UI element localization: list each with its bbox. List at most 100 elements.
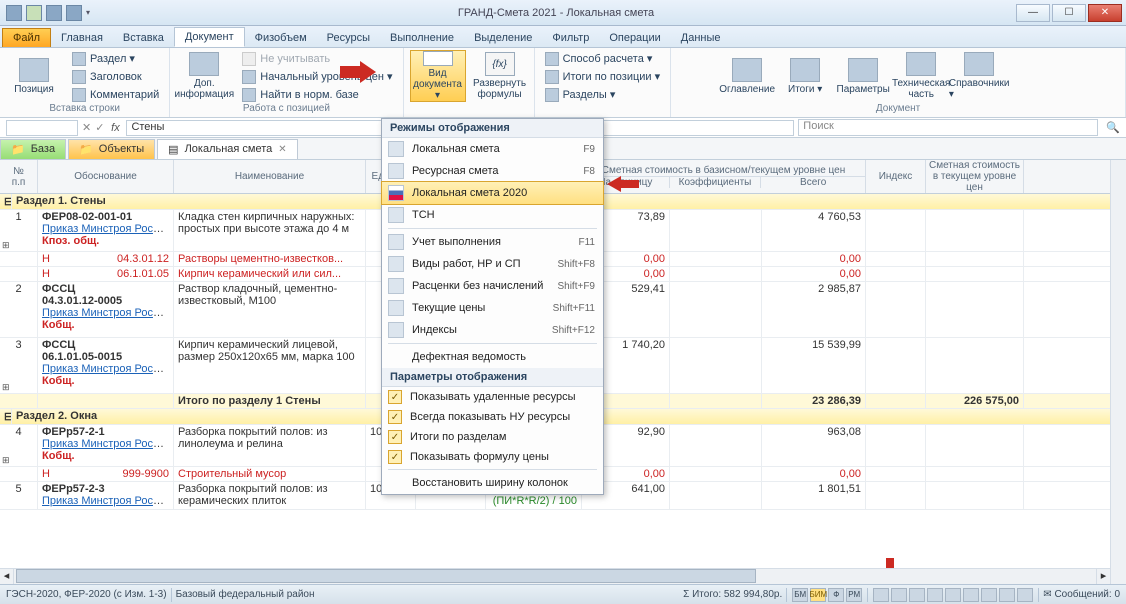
col-idx[interactable]: Индекс <box>866 160 926 193</box>
doctab-objects[interactable]: 📁Объекты <box>68 139 155 159</box>
menu-resource[interactable]: Ресурсная сметаF8 <box>382 160 603 182</box>
qat-dropdown-icon[interactable]: ▾ <box>86 8 90 17</box>
scroll-right-icon[interactable]: ▸ <box>1096 569 1110 584</box>
status-view-icon[interactable] <box>891 588 907 602</box>
vertical-scrollbar[interactable] <box>1110 160 1126 584</box>
menu-tsn[interactable]: ТСН <box>382 204 603 226</box>
section-icon <box>72 52 86 66</box>
menu-exec[interactable]: Учет выполненияF11 <box>382 231 603 253</box>
comment-button[interactable]: Комментарий <box>68 86 163 103</box>
menu-restore-width[interactable]: Восстановить ширину колонок <box>382 472 603 494</box>
tab-resources[interactable]: Ресурсы <box>317 29 380 47</box>
tab-filter[interactable]: Фильтр <box>542 29 599 47</box>
order-link[interactable]: Приказ Минстроя России <box>42 495 171 507</box>
heading-button[interactable]: Заголовок <box>68 68 163 85</box>
tab-data[interactable]: Данные <box>671 29 731 47</box>
order-link[interactable]: Приказ Минстроя России от 26.12.2019 №87… <box>42 307 174 319</box>
search-input[interactable]: Поиск <box>798 119 1098 136</box>
horizontal-scrollbar[interactable]: ◂ ▸ <box>0 568 1110 584</box>
col-nm[interactable]: Наименование <box>174 160 366 193</box>
menu-section-totals[interactable]: ✓Итоги по разделам <box>382 427 603 447</box>
status-bim-icon[interactable]: БИМ <box>810 588 826 602</box>
tab-document[interactable]: Документ <box>174 27 245 47</box>
section-button[interactable]: Раздел ▾ <box>68 50 163 67</box>
menu-show-nu[interactable]: ✓Всегда показывать НУ ресурсы <box>382 407 603 427</box>
techpart-button[interactable]: Техническая часть <box>893 50 949 102</box>
expand-icon[interactable]: ⊟ <box>0 409 12 424</box>
minimize-button[interactable]: — <box>1016 4 1050 22</box>
tab-exec[interactable]: Выполнение <box>380 29 464 47</box>
doc-view-button[interactable]: Вид документа ▾ <box>410 50 466 102</box>
addinfo-button[interactable]: Доп. информация <box>176 50 232 102</box>
menu-works[interactable]: Виды работ, НР и СПShift+F8 <box>382 253 603 275</box>
msg-icon[interactable]: ✉ <box>1043 589 1051 600</box>
tab-select[interactable]: Выделение <box>464 29 542 47</box>
menu-rates[interactable]: Расценки без начисленийShift+F9 <box>382 275 603 297</box>
check-icon: ✓ <box>388 430 402 444</box>
maximize-button[interactable]: ☐ <box>1052 4 1086 22</box>
expand-icon[interactable]: ⊞ <box>2 382 10 393</box>
tab-file[interactable]: Файл <box>2 28 51 47</box>
status-view-icon[interactable] <box>873 588 889 602</box>
formula-accept-icon[interactable]: ✓ <box>95 121 104 134</box>
refs-button[interactable]: Справочники ▾ <box>951 50 1007 102</box>
fx-label[interactable]: fx <box>108 122 122 134</box>
doctab-local[interactable]: ▤Локальная смета✕ <box>157 139 298 159</box>
expand-formulas-button[interactable]: {fx}Развернуть формулы <box>472 50 528 102</box>
toc-button[interactable]: Оглавление <box>719 50 775 102</box>
menu-show-deleted[interactable]: ✓Показывать удаленные ресурсы <box>382 387 603 407</box>
status-view-icon[interactable] <box>945 588 961 602</box>
status-mode-icon[interactable]: БМ <box>792 588 808 602</box>
sections-icon <box>545 88 559 102</box>
menu-prices[interactable]: Текущие ценыShift+F11 <box>382 297 603 319</box>
menu-local[interactable]: Локальная сметаF9 <box>382 138 603 160</box>
expand-icon[interactable]: ⊞ <box>2 240 10 251</box>
width-icon <box>388 475 404 491</box>
menu-local-2020[interactable]: Локальная смета 2020 <box>381 181 604 205</box>
doctab-baza[interactable]: 📁База <box>0 139 66 159</box>
col-st[interactable]: Сметная стоимость в текущем уровне цен <box>926 160 1024 193</box>
menu-defect[interactable]: Дефектная ведомость <box>382 346 603 368</box>
app-icon[interactable] <box>6 5 22 21</box>
sheet-icon <box>388 207 404 223</box>
menu-indexes[interactable]: ИндексыShift+F12 <box>382 319 603 341</box>
formula-cancel-icon[interactable]: ✕ <box>82 121 91 134</box>
status-view-icon[interactable] <box>927 588 943 602</box>
qat-save-icon[interactable] <box>26 5 42 21</box>
order-link[interactable]: Приказ Минстроя России от 26.12.2019 №87… <box>42 363 174 375</box>
menu-show-formula[interactable]: ✓Показывать формулу цены <box>382 447 603 467</box>
status-view-icon[interactable] <box>1017 588 1033 602</box>
totals-button[interactable]: Итоги ▾ <box>777 50 833 102</box>
tab-operations[interactable]: Операции <box>599 29 670 47</box>
calc-method-button[interactable]: Способ расчета ▾ <box>541 50 665 67</box>
status-icon[interactable]: Ф <box>828 588 844 602</box>
close-tab-icon[interactable]: ✕ <box>278 144 286 155</box>
folder-icon: 📁 <box>79 143 93 156</box>
scroll-left-icon[interactable]: ◂ <box>0 569 14 584</box>
params-button[interactable]: Параметры <box>835 50 891 102</box>
expand-icon[interactable]: ⊞ <box>2 455 10 466</box>
status-icon[interactable]: РМ <box>846 588 862 602</box>
qat-redo-icon[interactable] <box>66 5 82 21</box>
order-link[interactable]: Приказ Минстроя России от 26.12.2019 №87… <box>42 223 174 235</box>
tab-insert[interactable]: Вставка <box>113 29 174 47</box>
tab-fizobem[interactable]: Физобъем <box>245 29 317 47</box>
order-link[interactable]: Приказ Минстроя России от 26.12.2019 №87… <box>42 438 174 450</box>
status-view-icon[interactable] <box>963 588 979 602</box>
cell-address-input[interactable] <box>6 120 78 136</box>
status-view-icon[interactable] <box>981 588 997 602</box>
qat-undo-icon[interactable] <box>46 5 62 21</box>
expand-icon[interactable]: ⊟ <box>0 194 12 209</box>
search-go-icon[interactable]: 🔍 <box>1106 121 1120 134</box>
status-view-icon[interactable] <box>999 588 1015 602</box>
close-button[interactable]: ✕ <box>1088 4 1122 22</box>
status-view-icon[interactable] <box>909 588 925 602</box>
find-in-db-button[interactable]: Найти в норм. базе <box>238 86 396 103</box>
tab-main[interactable]: Главная <box>51 29 113 47</box>
sections-button[interactable]: Разделы ▾ <box>541 86 665 103</box>
position-button[interactable]: Позиция <box>6 50 62 102</box>
scrollbar-thumb[interactable] <box>16 569 756 583</box>
totals-pos-button[interactable]: Итоги по позиции ▾ <box>541 68 665 85</box>
col-obo[interactable]: Обоснование <box>38 160 174 193</box>
col-pp[interactable]: № п.п <box>0 160 38 193</box>
